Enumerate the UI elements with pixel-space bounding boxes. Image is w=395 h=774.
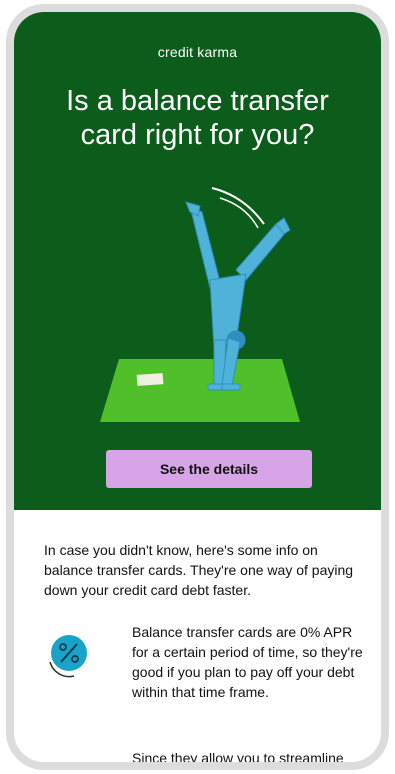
see-details-button[interactable]: See the details xyxy=(106,450,312,488)
green-circle-icon xyxy=(44,752,90,770)
info-item-text: Balance transfer cards are 0% APR for a … xyxy=(132,624,363,700)
info-item-text: Since they allow you to streamline xyxy=(132,750,344,766)
yoga-mat xyxy=(100,359,300,422)
intro-paragraph: In case you didn't know, here's some inf… xyxy=(44,542,354,598)
phone-frame: credit karma Is a balance transfer card … xyxy=(6,4,389,770)
info-section: In case you didn't know, here's some inf… xyxy=(14,510,381,770)
handstand-illustration xyxy=(100,187,300,422)
credit-card xyxy=(136,373,164,386)
brand-logo: credit karma xyxy=(157,44,238,60)
hero-section: credit karma Is a balance transfer card … xyxy=(14,12,381,510)
percent-icon xyxy=(49,635,87,678)
hero-headline: Is a balance transfer card right for you… xyxy=(66,85,329,151)
